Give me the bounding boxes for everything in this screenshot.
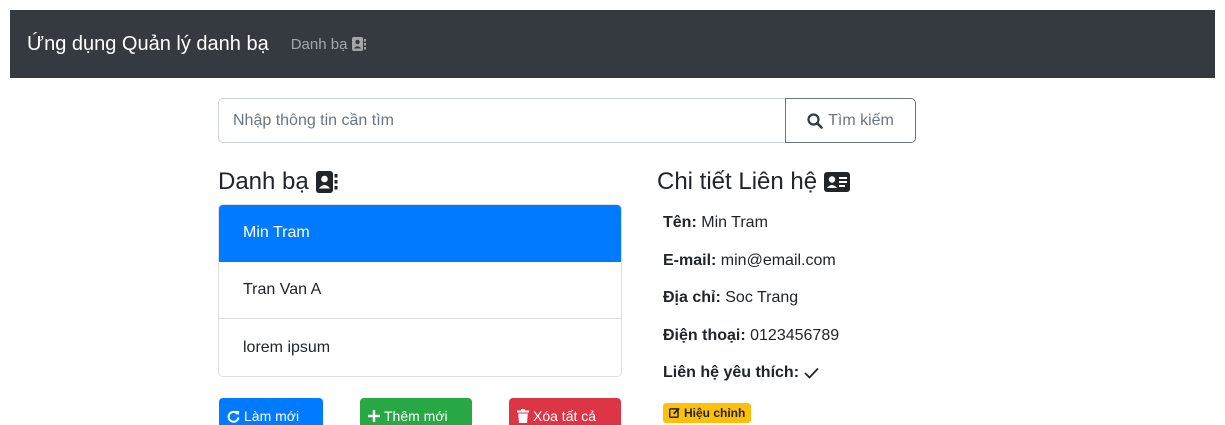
detail-address: Địa chỉ: Soc Trang (663, 288, 1107, 326)
add-contact-button[interactable]: Thêm mới (360, 398, 472, 425)
refresh-icon (227, 410, 240, 423)
contacts-panel: Danh bạ Min Tram Tran Van A lorem ipsum … (218, 160, 622, 425)
search-button[interactable]: Tìm kiếm (785, 98, 916, 143)
detail-name-label: Tên: (663, 214, 697, 231)
detail-email-value: min@email.com (720, 251, 836, 269)
contact-details: Tên: Min Tram E-mail: min@email.com Địa … (657, 204, 1107, 423)
detail-favorite-label: Liên hệ yêu thích: (663, 364, 800, 381)
delete-all-button-label: Xóa tất cả (533, 408, 597, 424)
plus-icon (368, 410, 380, 422)
add-contact-button-label: Thêm mới (384, 408, 448, 424)
contacts-heading-text: Danh bạ (218, 168, 309, 195)
navbar: Ứng dụng Quản lý danh bạ Danh bạ (10, 10, 1215, 78)
edit-icon (669, 407, 680, 418)
nav-link-contacts[interactable]: Danh bạ (291, 36, 367, 53)
contact-actions: Làm mới Thêm mới Xóa tất cả (218, 398, 622, 425)
detail-phone-label: Điện thoại: (663, 326, 746, 344)
contact-list-item[interactable]: Tran Van A (219, 262, 621, 319)
nav-link-label: Danh bạ (290, 35, 348, 53)
details-heading: Chi tiết Liên hệ (657, 160, 1107, 204)
detail-name-value: Min Tram (701, 214, 768, 231)
search-bar: Tìm kiếm (218, 98, 916, 143)
contact-list: Min Tram Tran Van A lorem ipsum (218, 204, 622, 377)
detail-email: E-mail: min@email.com (663, 251, 1107, 289)
refresh-button-label: Làm mới (244, 408, 300, 424)
navbar-brand[interactable]: Ứng dụng Quản lý danh bạ (27, 33, 269, 56)
details-heading-text: Chi tiết Liên hệ (657, 168, 818, 195)
detail-favorite: Liên hệ yêu thích: (663, 363, 1107, 401)
detail-address-label: Địa chỉ: (663, 289, 721, 306)
search-icon (807, 112, 823, 129)
contact-details-panel: Chi tiết Liên hệ Tên: Min Tram E-mail: m… (657, 160, 1107, 423)
refresh-button[interactable]: Làm mới (219, 398, 323, 425)
id-card-icon (824, 171, 851, 193)
contacts-heading: Danh bạ (218, 160, 622, 204)
check-icon (804, 367, 819, 379)
detail-email-label: E-mail: (663, 251, 717, 269)
address-book-icon (315, 170, 338, 194)
search-input[interactable] (218, 98, 785, 143)
detail-phone-value: 0123456789 (750, 326, 840, 344)
search-button-label: Tìm kiếm (828, 111, 894, 129)
detail-address-value: Soc Trang (725, 289, 799, 306)
contact-list-item[interactable]: Min Tram (219, 205, 621, 262)
delete-all-button[interactable]: Xóa tất cả (509, 398, 621, 425)
detail-name: Tên: Min Tram (663, 213, 1107, 251)
detail-phone: Điện thoại: 0123456789 (663, 326, 1107, 364)
edit-button-label: Hiệu chỉnh (684, 405, 746, 420)
edit-button[interactable]: Hiệu chỉnh (663, 402, 752, 423)
contact-list-item[interactable]: lorem ipsum (219, 319, 621, 376)
address-book-icon (352, 37, 367, 51)
trash-icon (517, 409, 529, 423)
